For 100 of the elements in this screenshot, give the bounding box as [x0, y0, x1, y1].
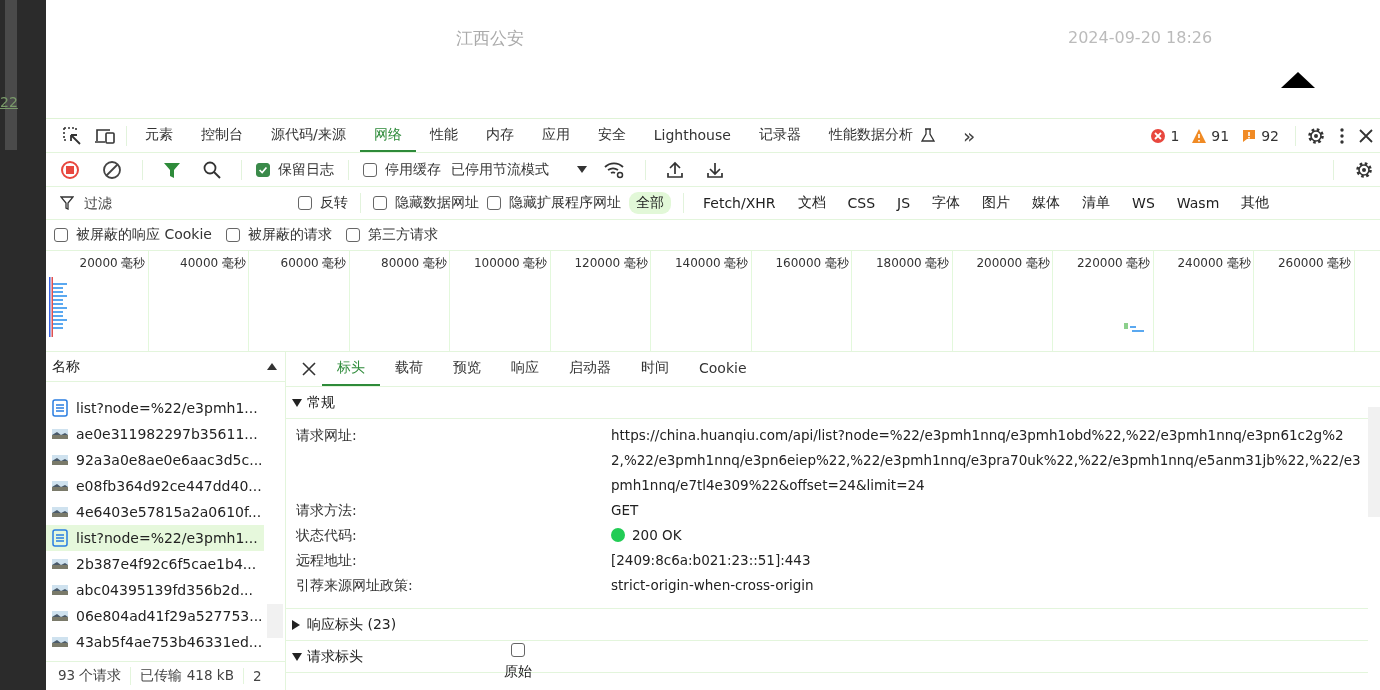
throttling-dropdown[interactable]: 已停用节流模式 [451, 160, 587, 179]
type-filter-chip[interactable]: 其他 [1234, 192, 1277, 214]
panel-tab[interactable]: 内存 [471, 119, 528, 152]
type-filter-chip[interactable]: WS [1125, 193, 1162, 213]
inspect-icon[interactable] [62, 125, 82, 146]
filter-field[interactable]: 过滤 [82, 194, 276, 212]
summary-text: 已传输 418 kB [130, 667, 243, 685]
type-filter-chip[interactable]: Fetch/XHR [696, 193, 783, 213]
header-value: GET [611, 501, 640, 520]
panel-tab[interactable]: Lighthouse [639, 119, 745, 152]
type-filter-chip[interactable]: 文档 [790, 192, 833, 214]
section-header[interactable]: 常规 [286, 387, 335, 418]
news-time: 2024-09-20 18:26 [1068, 28, 1213, 47]
checkbox[interactable]: 保留日志 [256, 160, 334, 179]
header-label: 远程地址: [296, 551, 358, 570]
header-label: 引荐来源网址政策: [296, 576, 414, 595]
settings-icon[interactable] [1354, 159, 1374, 180]
panel-tab[interactable]: 元素 [131, 119, 187, 152]
raw-checkbox[interactable]: 原始 [504, 643, 532, 681]
issue-count[interactable]: 92 [1241, 127, 1279, 144]
expanded-arrow-icon [292, 652, 302, 661]
panel-tab[interactable]: 控制台 [187, 119, 257, 152]
detail-tab[interactable]: 启动器 [554, 352, 626, 386]
type-filter-chip[interactable]: 字体 [925, 192, 968, 214]
request-row[interactable]: ae0e311982297b35611... [46, 421, 264, 447]
detail-tab[interactable]: 响应 [496, 352, 554, 386]
time-tick-label: 100000 毫秒 [473, 255, 548, 271]
error-icon [1150, 127, 1167, 144]
type-filter-chip[interactable]: CSS [840, 193, 883, 213]
sort-up-icon[interactable] [267, 363, 277, 370]
checkbox[interactable]: 第三方请求 [345, 226, 438, 244]
panel-tab[interactable]: 应用 [527, 119, 584, 152]
checkbox[interactable]: 隐藏数据网址 [373, 194, 479, 212]
type-filter-chip[interactable]: JS [890, 193, 918, 213]
header-label: 请求方法: [296, 501, 358, 520]
column-header[interactable]: 名称 [52, 357, 80, 376]
collapsed-arrow-icon [292, 619, 300, 630]
search-icon[interactable] [203, 160, 221, 179]
type-filter-chip[interactable]: 媒体 [1025, 192, 1068, 214]
issue-icon [1241, 127, 1258, 144]
request-row[interactable]: abc04395139fd356b2d... [46, 577, 264, 603]
more-options-icon[interactable] [1338, 126, 1346, 145]
panel-tab[interactable]: 性能数据分析 [814, 119, 949, 152]
request-row[interactable]: 06e804ad41f29a527753... [46, 603, 264, 629]
checkbox[interactable]: 隐藏扩展程序网址 [487, 194, 621, 212]
time-tick-label: 220000 毫秒 [1076, 255, 1151, 271]
type-filter-chip[interactable]: 全部 [629, 192, 671, 214]
panel-tab[interactable]: 安全 [583, 119, 640, 152]
type-filter-chip[interactable]: 图片 [975, 192, 1018, 214]
stop-recording-icon[interactable] [60, 159, 80, 180]
expanded-arrow-icon [292, 398, 302, 407]
header-label: 状态代码: [296, 526, 358, 545]
section-header[interactable]: 响应标头 (23) [286, 609, 397, 640]
wifi-settings-icon[interactable] [603, 160, 625, 179]
checkbox[interactable]: 被屏蔽的响应 Cookie [54, 226, 212, 244]
close-icon[interactable] [302, 362, 316, 376]
request-row[interactable]: 43ab5f4ae753b46331ed... [46, 629, 264, 655]
detail-tab[interactable]: Cookie [684, 352, 762, 386]
detail-tab[interactable]: 预览 [438, 352, 496, 386]
error-count[interactable]: 1 [1150, 127, 1180, 144]
time-tick-label: 260000 毫秒 [1277, 255, 1352, 271]
detail-tab[interactable]: 载荷 [380, 352, 438, 386]
detail-tab[interactable]: 时间 [626, 352, 684, 386]
request-row[interactable]: 92a3a0e8ae0e6aac3d5c... [46, 447, 264, 473]
more-tabs-button[interactable]: » [948, 123, 990, 148]
header-label: 请求网址: [296, 426, 358, 445]
header-value: [2409:8c6a:b021:23::51]:443 [611, 551, 812, 570]
time-tick-label: 120000 毫秒 [574, 255, 648, 271]
request-row[interactable]: 4e6403e57815a2a0610f... [46, 499, 264, 525]
checkbox[interactable]: 停用缓存 [363, 160, 441, 179]
request-row[interactable]: 2b387e4f92c6f5cae1b4... [46, 551, 264, 577]
triangle-icon[interactable] [1281, 72, 1315, 88]
panel-tab[interactable]: 记录器 [744, 119, 815, 152]
header-value: https://china.huanqiu.com/api/list?node=%22/e3pmh1nnq/e3pmh1obd%22,%22/e3pmh1nnq/e3pn61c2g%22,%22/e3pmh1nnq/e3pn6eiep%22,%22/e3pmh1nnq/e3pra70uk%22,%22/e3pmh1nnq/e5anm31jb%22,%22/e3pmh1nnq/e7tl4e309%22&offset=24&limit=24 [611, 426, 1362, 495]
type-filter-chip[interactable]: 清单 [1075, 192, 1118, 214]
request-row[interactable]: list?node=%22/e3pmh1... [46, 395, 264, 421]
filter-icon[interactable] [163, 160, 181, 179]
close-icon[interactable] [1358, 127, 1374, 144]
upload-icon[interactable] [666, 160, 684, 179]
time-tick-label: 60000 毫秒 [280, 255, 347, 271]
panel-tab[interactable]: 网络 [359, 119, 416, 152]
time-tick-label: 140000 毫秒 [674, 255, 749, 271]
download-icon[interactable] [706, 160, 724, 179]
funnel-icon [60, 196, 74, 210]
warning-count[interactable]: 91 [1191, 127, 1230, 144]
clear-icon[interactable] [102, 159, 122, 180]
request-row[interactable]: e08fb364d92ce447dd40... [46, 473, 264, 499]
panel-tab[interactable]: 源代码/来源 [257, 119, 360, 152]
request-row[interactable]: list?node=%22/e3pmh1... [46, 525, 264, 551]
settings-icon[interactable] [1306, 125, 1326, 146]
summary-text: 2 [242, 668, 271, 684]
scrollbar-thumb[interactable] [1368, 407, 1380, 517]
detail-tab[interactable]: 标头 [322, 352, 380, 386]
time-tick-label: 20000 毫秒 [79, 255, 146, 271]
type-filter-chip[interactable]: Wasm [1169, 193, 1227, 213]
checkbox[interactable]: 被屏蔽的请求 [225, 226, 332, 244]
checkbox[interactable]: 反转 [298, 194, 348, 212]
panel-tab[interactable]: 性能 [415, 119, 472, 152]
section-header[interactable]: 请求标头 [286, 641, 363, 672]
document-icon [52, 529, 68, 547]
